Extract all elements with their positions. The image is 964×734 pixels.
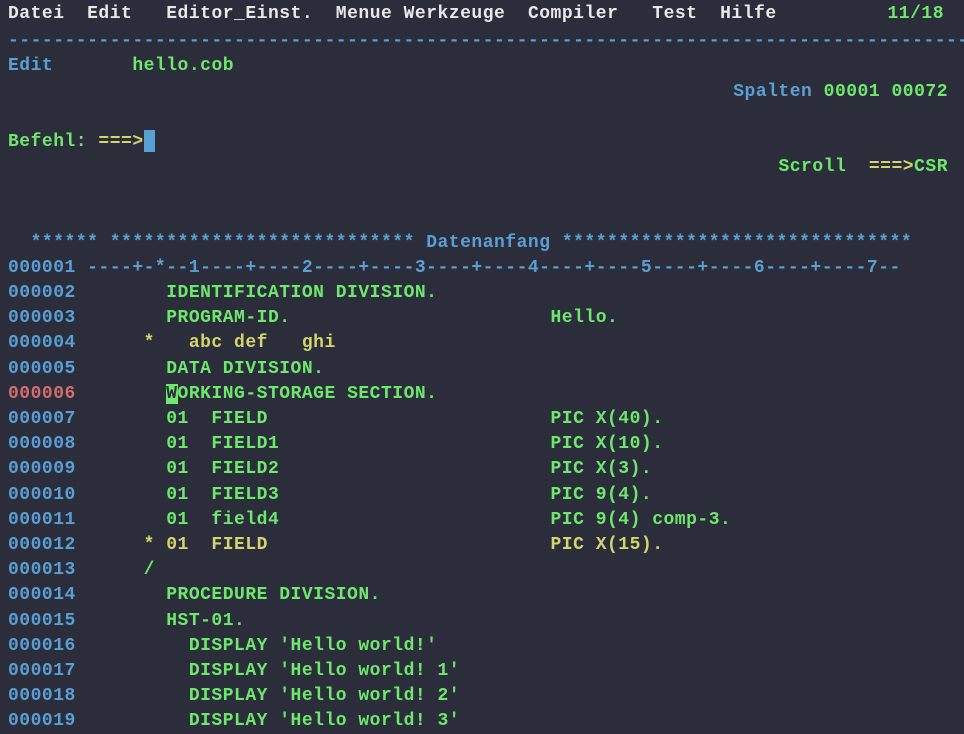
line-number: 000014 <box>8 583 76 608</box>
code-line[interactable]: 000004 * abc def ghi <box>0 331 964 356</box>
menu-compiler[interactable]: Compiler <box>528 2 618 27</box>
line-number: 000007 <box>8 407 76 432</box>
menu-datei[interactable]: Datei <box>8 2 65 27</box>
stars-mid-left: *************************** <box>98 233 426 253</box>
code-text[interactable]: 01 field4 PIC 9(4) comp-3. <box>76 508 732 533</box>
code-line[interactable]: 000018 DISPLAY 'Hello world! 2' <box>0 684 964 709</box>
code-comment[interactable]: * abc def ghi <box>76 331 336 356</box>
code-line[interactable]: 000010 01 FIELD3 PIC 9(4). <box>0 483 964 508</box>
code-line[interactable]: 000002 IDENTIFICATION DIVISION. <box>0 281 964 306</box>
code-line[interactable]: 000005 DATA DIVISION. <box>0 357 964 382</box>
line-number: 000005 <box>8 357 76 382</box>
code-line[interactable]: 000014 PROCEDURE DIVISION. <box>0 583 964 608</box>
line-number: 000018 <box>8 684 76 709</box>
line-number: 000004 <box>8 331 76 356</box>
code-text[interactable]: / <box>76 558 155 583</box>
line-number: 000003 <box>8 306 76 331</box>
code-line[interactable]: 000012 * 01 FIELD PIC X(15). <box>0 533 964 558</box>
data-start-ruler: ****** *************************** Daten… <box>0 206 964 256</box>
column-ruler: ----+-*--1----+----2----+----3----+----4… <box>76 256 901 281</box>
command-arrow: ===> <box>98 130 143 206</box>
code-text[interactable]: 01 FIELD1 PIC X(10). <box>76 432 664 457</box>
datenanfang-label: Datenanfang <box>426 233 550 253</box>
code-text[interactable]: DISPLAY 'Hello world! 2' <box>76 684 460 709</box>
command-line[interactable]: Befehl: ===> Scroll ===>CSR <box>0 130 964 206</box>
command-cursor[interactable] <box>144 130 155 152</box>
code-line[interactable]: 000019 DISPLAY 'Hello world! 3' <box>0 709 964 734</box>
code-text[interactable]: IDENTIFICATION DIVISION. <box>76 281 438 306</box>
scroll-label: Scroll <box>778 157 868 177</box>
code-text[interactable]: DISPLAY 'Hello world! 3' <box>76 709 460 734</box>
code-text[interactable]: PROCEDURE DIVISION. <box>76 583 381 608</box>
code-line[interactable]: 000013 / <box>0 558 964 583</box>
befehl-label: Befehl: <box>8 130 98 206</box>
code-text[interactable]: 01 FIELD3 PIC 9(4). <box>76 483 652 508</box>
mode-label: Edit <box>8 54 53 130</box>
line-number: 000002 <box>8 281 76 306</box>
col-end: 00072 <box>891 82 948 102</box>
line-number: 000011 <box>8 508 76 533</box>
menu-test[interactable]: Test <box>652 2 697 27</box>
line-number: 000001 <box>8 256 76 281</box>
code-line[interactable]: 000001 ----+-*--1----+----2----+----3---… <box>0 256 964 281</box>
code-text[interactable]: PROGRAM-ID. Hello. <box>76 306 618 331</box>
line-number: 000016 <box>8 634 76 659</box>
menubar[interactable]: Datei Edit Editor_Einst. Menue Werkzeuge… <box>0 0 964 29</box>
code-line[interactable]: 000011 01 field4 PIC 9(4) comp-3. <box>0 508 964 533</box>
stars-mid-right: ******************************* <box>551 233 913 253</box>
file-header: Edit hello.cob Spalten 00001 00072 <box>0 54 964 130</box>
cursor-position: 11/18 <box>887 2 956 27</box>
code-text[interactable]: DISPLAY 'Hello world! 1' <box>76 659 460 684</box>
code-area[interactable]: 000001 ----+-*--1----+----2----+----3---… <box>0 256 964 734</box>
line-number: 000015 <box>8 609 76 634</box>
line-number: 000017 <box>8 659 76 684</box>
code-text[interactable]: 01 FIELD2 PIC X(3). <box>76 457 652 482</box>
code-line[interactable]: 000007 01 FIELD PIC X(40). <box>0 407 964 432</box>
scroll-arrow: ===> <box>869 157 914 177</box>
menu-editor-einst[interactable]: Editor_Einst. <box>166 2 313 27</box>
menu-hilfe[interactable]: Hilfe <box>720 2 777 27</box>
col-start: 00001 <box>824 82 881 102</box>
code-comment[interactable]: * 01 FIELD PIC X(15). <box>76 533 664 558</box>
menu-edit[interactable]: Edit <box>87 2 132 27</box>
text-cursor: W <box>166 384 177 404</box>
line-number: 000010 <box>8 483 76 508</box>
code-text[interactable]: HST-01. <box>76 609 246 634</box>
code-line[interactable]: 000008 01 FIELD1 PIC X(10). <box>0 432 964 457</box>
spalten-label: Spalten <box>733 82 812 102</box>
code-line[interactable]: 000015 HST-01. <box>0 609 964 634</box>
code-text[interactable]: 01 FIELD PIC X(40). <box>76 407 664 432</box>
scroll-value[interactable]: CSR <box>914 157 948 177</box>
line-number: 000013 <box>8 558 76 583</box>
menu-werkzeuge[interactable]: Werkzeuge <box>404 2 506 27</box>
top-divider: ----------------------------------------… <box>0 29 964 54</box>
code-line[interactable]: 000016 DISPLAY 'Hello world!' <box>0 634 964 659</box>
line-number: 000006 <box>8 382 76 407</box>
code-line[interactable]: 000017 DISPLAY 'Hello world! 1' <box>0 659 964 684</box>
stars-left: ****** <box>31 233 99 253</box>
line-number: 000012 <box>8 533 76 558</box>
line-number: 000019 <box>8 709 76 734</box>
code-text[interactable]: WORKING-STORAGE SECTION. <box>76 382 438 407</box>
line-number: 000008 <box>8 432 76 457</box>
code-text[interactable]: DISPLAY 'Hello world!' <box>76 634 438 659</box>
filename: hello.cob <box>132 54 234 130</box>
code-text[interactable]: DATA DIVISION. <box>76 357 325 382</box>
code-line[interactable]: 000003 PROGRAM-ID. Hello. <box>0 306 964 331</box>
menu-menue[interactable]: Menue <box>336 2 393 27</box>
code-line[interactable]: 000006 WORKING-STORAGE SECTION. <box>0 382 964 407</box>
code-line[interactable]: 000009 01 FIELD2 PIC X(3). <box>0 457 964 482</box>
line-number: 000009 <box>8 457 76 482</box>
